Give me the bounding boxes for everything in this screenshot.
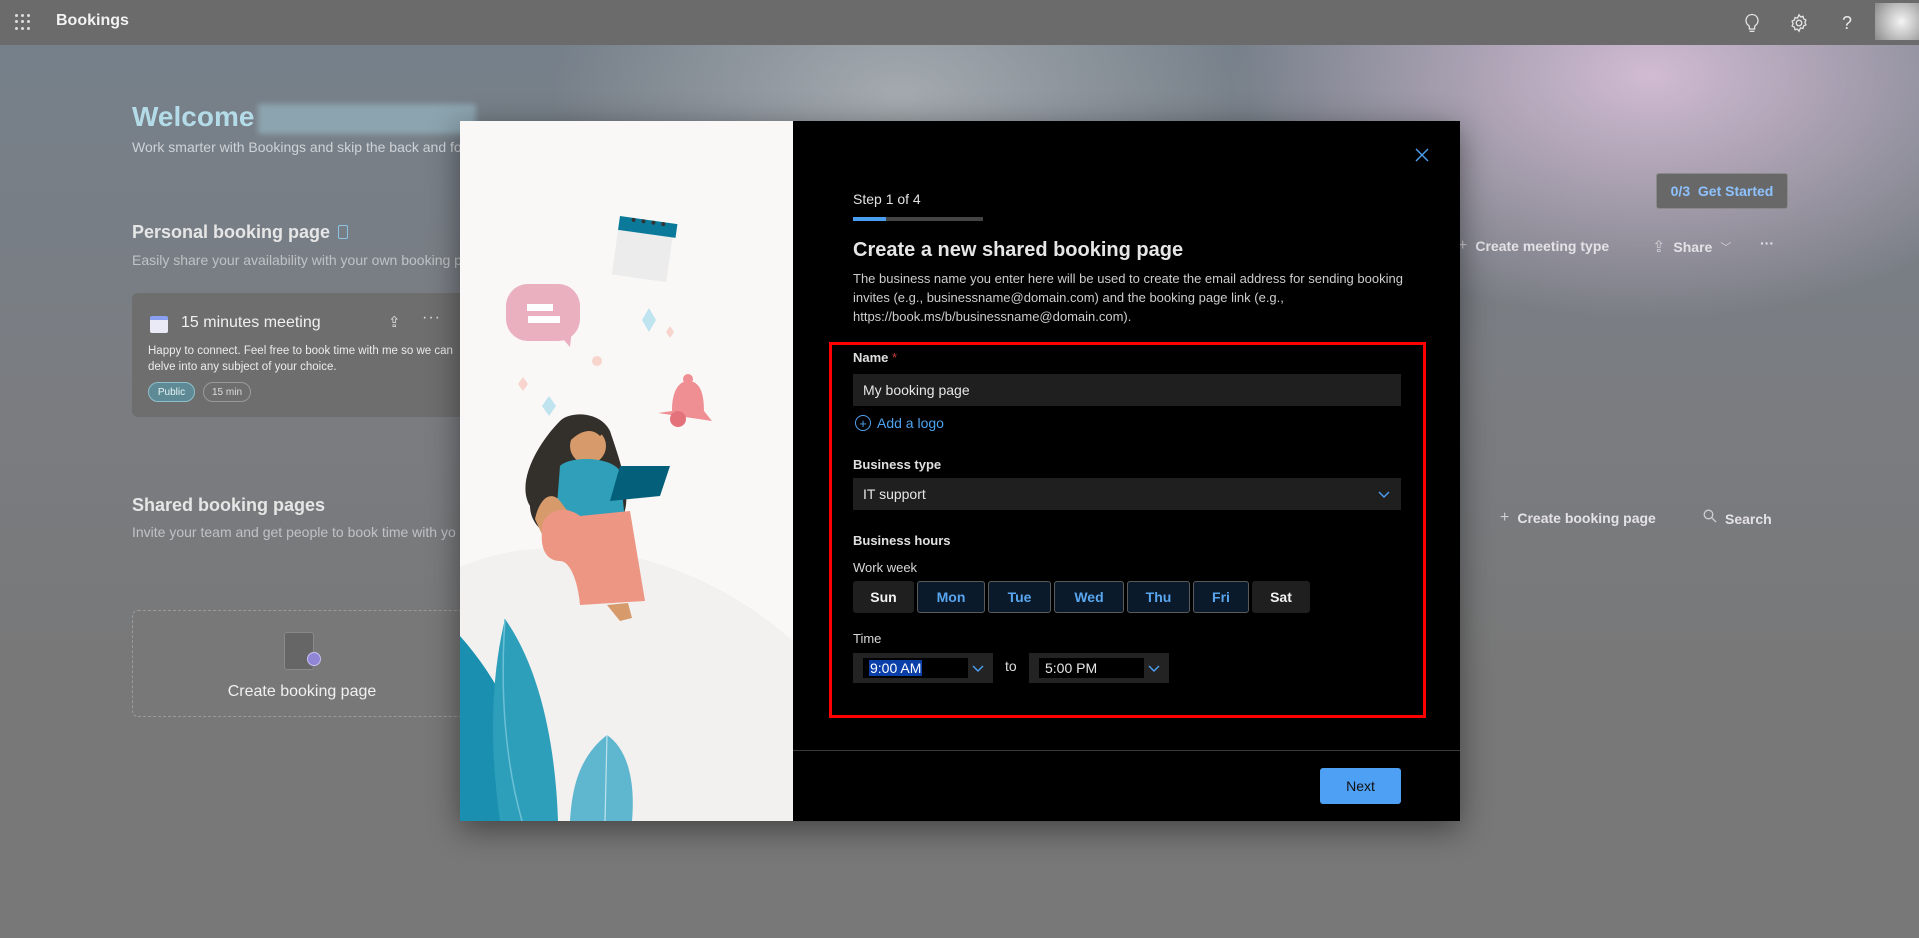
- calendar-icon: [150, 316, 168, 333]
- day-toggle-sun[interactable]: Sun: [853, 581, 914, 613]
- work-week-label: Work week: [853, 560, 918, 575]
- illustration-panel: [460, 121, 793, 821]
- next-button[interactable]: Next: [1320, 768, 1401, 804]
- end-time-value[interactable]: 5:00 PM: [1045, 660, 1097, 676]
- step-progress-fill: [853, 217, 886, 221]
- meeting-description: Happy to connect. Feel free to book time…: [148, 345, 453, 373]
- add-logo-button[interactable]: + Add a logo: [855, 415, 944, 431]
- business-type-dropdown[interactable]: IT support: [853, 478, 1401, 510]
- calendar-icon: [611, 216, 678, 283]
- create-booking-page-card[interactable]: Create booking page: [132, 610, 472, 717]
- share-icon[interactable]: ⇪: [388, 313, 401, 331]
- gear-icon[interactable]: [1786, 10, 1812, 36]
- plus-icon: +: [1500, 509, 1510, 526]
- share-button[interactable]: ⇪ Share ﹀: [1652, 237, 1731, 257]
- day-toggle-mon[interactable]: Mon: [917, 581, 985, 613]
- end-time-picker[interactable]: 5:00 PM: [1029, 653, 1169, 683]
- to-label: to: [1005, 658, 1017, 674]
- shared-booking-subtitle: Invite your team and get people to book …: [132, 524, 456, 540]
- meeting-type-card[interactable]: 15 minutes meeting ⇪ ··· Happy to connec…: [132, 293, 472, 417]
- business-name-input[interactable]: [853, 374, 1401, 406]
- personal-booking-title: Personal booking page: [132, 222, 349, 243]
- user-name-redacted: [258, 104, 476, 134]
- booking-page-icon: [284, 632, 321, 670]
- personal-booking-subtitle: Easily share your availability with your…: [132, 252, 462, 268]
- chat-bubble-icon: [506, 284, 580, 347]
- step-progress-bar: [853, 217, 983, 221]
- welcome-heading: Welcome: [132, 101, 255, 132]
- create-meeting-type-button[interactable]: + Create meeting type: [1458, 237, 1609, 255]
- help-icon[interactable]: ?: [1834, 10, 1860, 36]
- woman-with-laptop-illustration: [460, 216, 793, 821]
- get-started-button[interactable]: 0/3 Get Started: [1656, 173, 1788, 209]
- avatar[interactable]: [1875, 3, 1919, 40]
- share-icon: ⇪: [1652, 239, 1666, 256]
- close-icon[interactable]: [1412, 145, 1432, 165]
- welcome-subtitle: Work smarter with Bookings and skip the …: [132, 139, 462, 155]
- sparkle-icon: [518, 377, 528, 391]
- chevron-down-icon: [972, 665, 984, 672]
- chevron-down-icon: ﹀: [1720, 242, 1732, 254]
- dialog-description: The business name you enter here will be…: [853, 271, 1403, 324]
- bell-icon: [658, 374, 712, 427]
- business-type-label: Business type: [853, 457, 942, 472]
- app-title: Bookings: [56, 12, 129, 29]
- day-toggle-tue[interactable]: Tue: [988, 581, 1051, 613]
- sparkle-icon: [642, 308, 656, 332]
- chevron-down-icon: [1378, 491, 1390, 498]
- business-hours-label: Business hours: [853, 533, 951, 548]
- dialog-title: Create a new shared booking page: [853, 239, 1184, 261]
- chevron-down-icon: [1148, 665, 1160, 672]
- more-icon[interactable]: ···: [422, 309, 441, 327]
- start-time-picker[interactable]: 9:00 AM: [853, 653, 993, 683]
- time-label: Time: [853, 631, 882, 646]
- step-indicator: Step 1 of 4: [853, 191, 921, 207]
- work-week-selector: Sun Mon Tue Wed Thu Fri Sat: [853, 581, 1310, 613]
- day-toggle-thu[interactable]: Thu: [1127, 581, 1190, 613]
- create-booking-page-dialog: Step 1 of 4 Create a new shared booking …: [460, 121, 1460, 821]
- day-toggle-fri[interactable]: Fri: [1193, 581, 1249, 613]
- day-toggle-wed[interactable]: Wed: [1054, 581, 1124, 613]
- duration-badge: 15 min: [203, 382, 251, 402]
- start-time-value[interactable]: 9:00 AM: [869, 660, 923, 676]
- required-asterisk: *: [892, 350, 898, 365]
- lightbulb-icon[interactable]: [1739, 10, 1765, 36]
- sparkle-icon: [666, 326, 674, 338]
- add-circle-icon: +: [855, 415, 871, 431]
- search-icon: [1703, 509, 1717, 528]
- footer-divider: [793, 750, 1460, 751]
- shared-booking-title: Shared booking pages: [132, 495, 326, 515]
- create-booking-page-action[interactable]: + Create booking page: [1500, 509, 1656, 527]
- copy-icon[interactable]: [338, 225, 349, 239]
- meeting-title: 15 minutes meeting: [181, 314, 321, 331]
- top-bar: Bookings ?: [0, 0, 1919, 45]
- dot: [592, 356, 602, 366]
- more-options-button[interactable]: ···: [1760, 235, 1774, 251]
- sparkle-icon: [542, 396, 556, 416]
- name-label: Name *: [853, 350, 898, 365]
- visibility-badge: Public: [148, 382, 195, 402]
- create-booking-page-label: Create booking page: [227, 683, 377, 700]
- app-launcher-icon[interactable]: [15, 14, 31, 30]
- search-button[interactable]: Search: [1703, 509, 1772, 528]
- day-toggle-sat[interactable]: Sat: [1252, 581, 1310, 613]
